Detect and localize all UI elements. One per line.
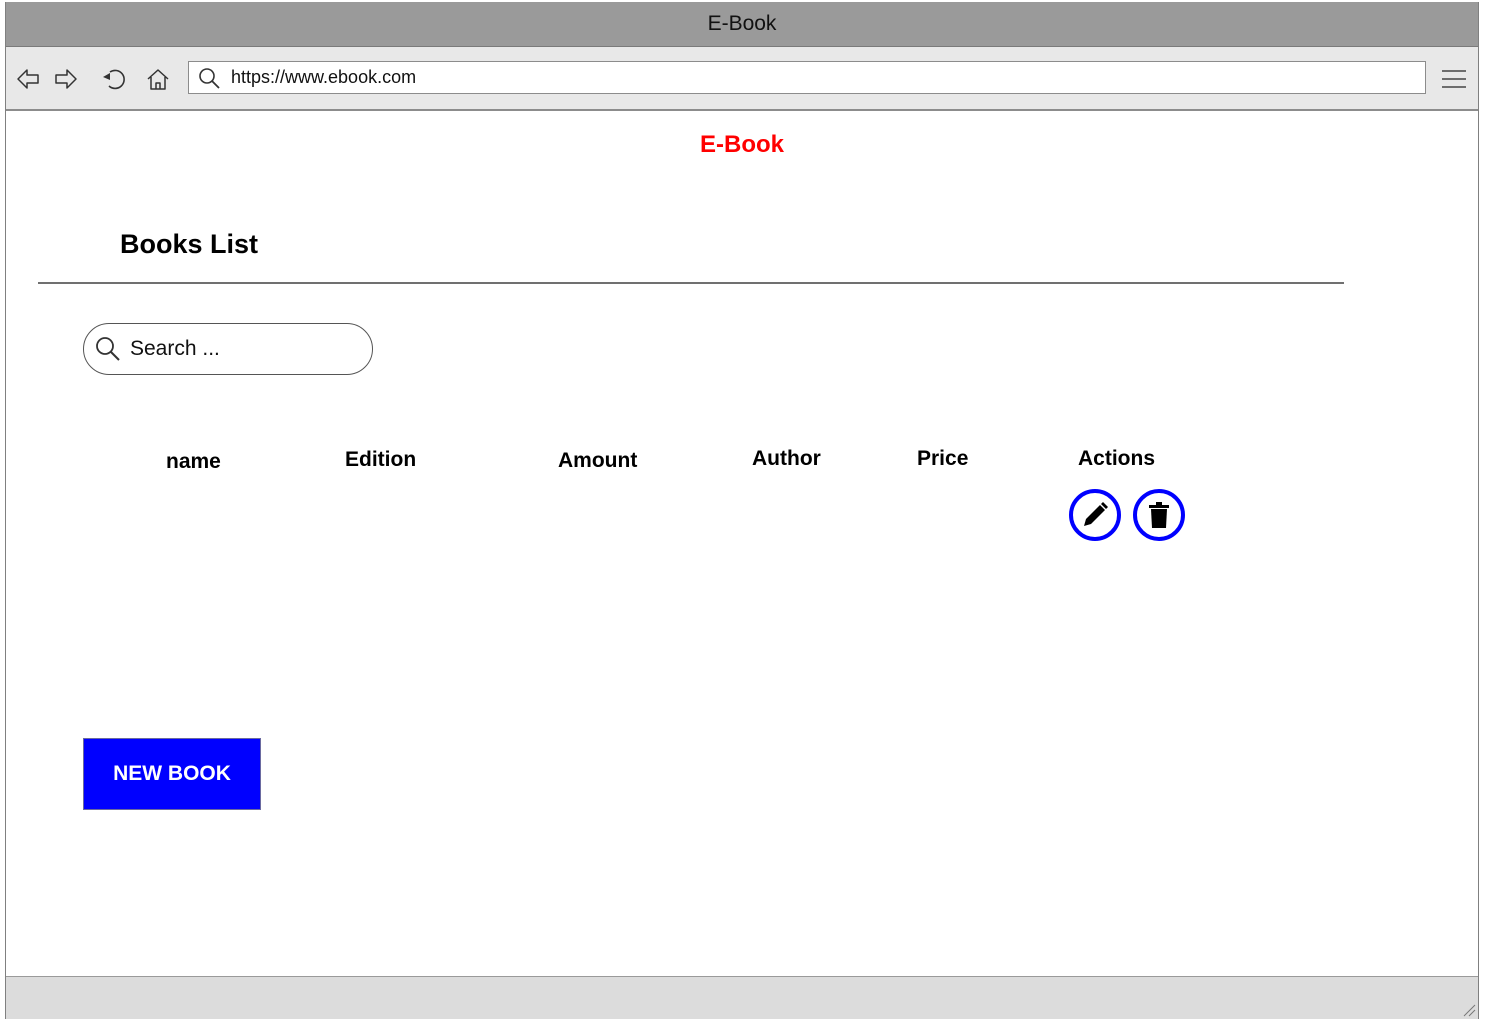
- column-header-amount: Amount: [558, 449, 638, 472]
- browser-toolbar: https://www.ebook.com: [6, 47, 1478, 111]
- page-title: Books List: [120, 229, 259, 259]
- browser-window: E-Book https://www.ebook.com E-Book Book…: [5, 2, 1479, 1019]
- title-divider: [38, 282, 1344, 284]
- address-bar[interactable]: https://www.ebook.com: [188, 61, 1426, 94]
- forward-icon[interactable]: [52, 65, 80, 93]
- status-bar: [6, 976, 1478, 1019]
- home-icon[interactable]: [144, 65, 172, 93]
- column-header-price: Price: [917, 447, 969, 470]
- hamburger-menu-icon[interactable]: [1440, 66, 1468, 92]
- column-header-name: name: [166, 450, 221, 473]
- search-icon: [96, 337, 120, 361]
- window-title: E-Book: [707, 12, 777, 35]
- delete-icon: [1149, 502, 1169, 528]
- column-header-author: Author: [752, 447, 821, 470]
- back-icon[interactable]: [14, 65, 42, 93]
- column-header-actions: Actions: [1078, 447, 1156, 470]
- edit-icon: [1084, 502, 1108, 526]
- delete-button[interactable]: [1133, 489, 1185, 541]
- column-header-edition: Edition: [345, 448, 417, 471]
- search-field[interactable]: [83, 323, 373, 375]
- new-book-button[interactable]: NEW BOOK: [83, 738, 261, 810]
- search-input[interactable]: [128, 336, 352, 362]
- window-titlebar: E-Book: [6, 2, 1478, 47]
- app-title: E-Book: [700, 131, 784, 158]
- url-text[interactable]: https://www.ebook.com: [231, 67, 416, 88]
- resize-grip-icon[interactable]: [1460, 1001, 1476, 1017]
- edit-button[interactable]: [1069, 489, 1121, 541]
- search-icon: [199, 67, 220, 89]
- page-content: E-Book Books List name Edition Amount Au…: [6, 111, 1478, 976]
- reload-icon[interactable]: [100, 65, 128, 93]
